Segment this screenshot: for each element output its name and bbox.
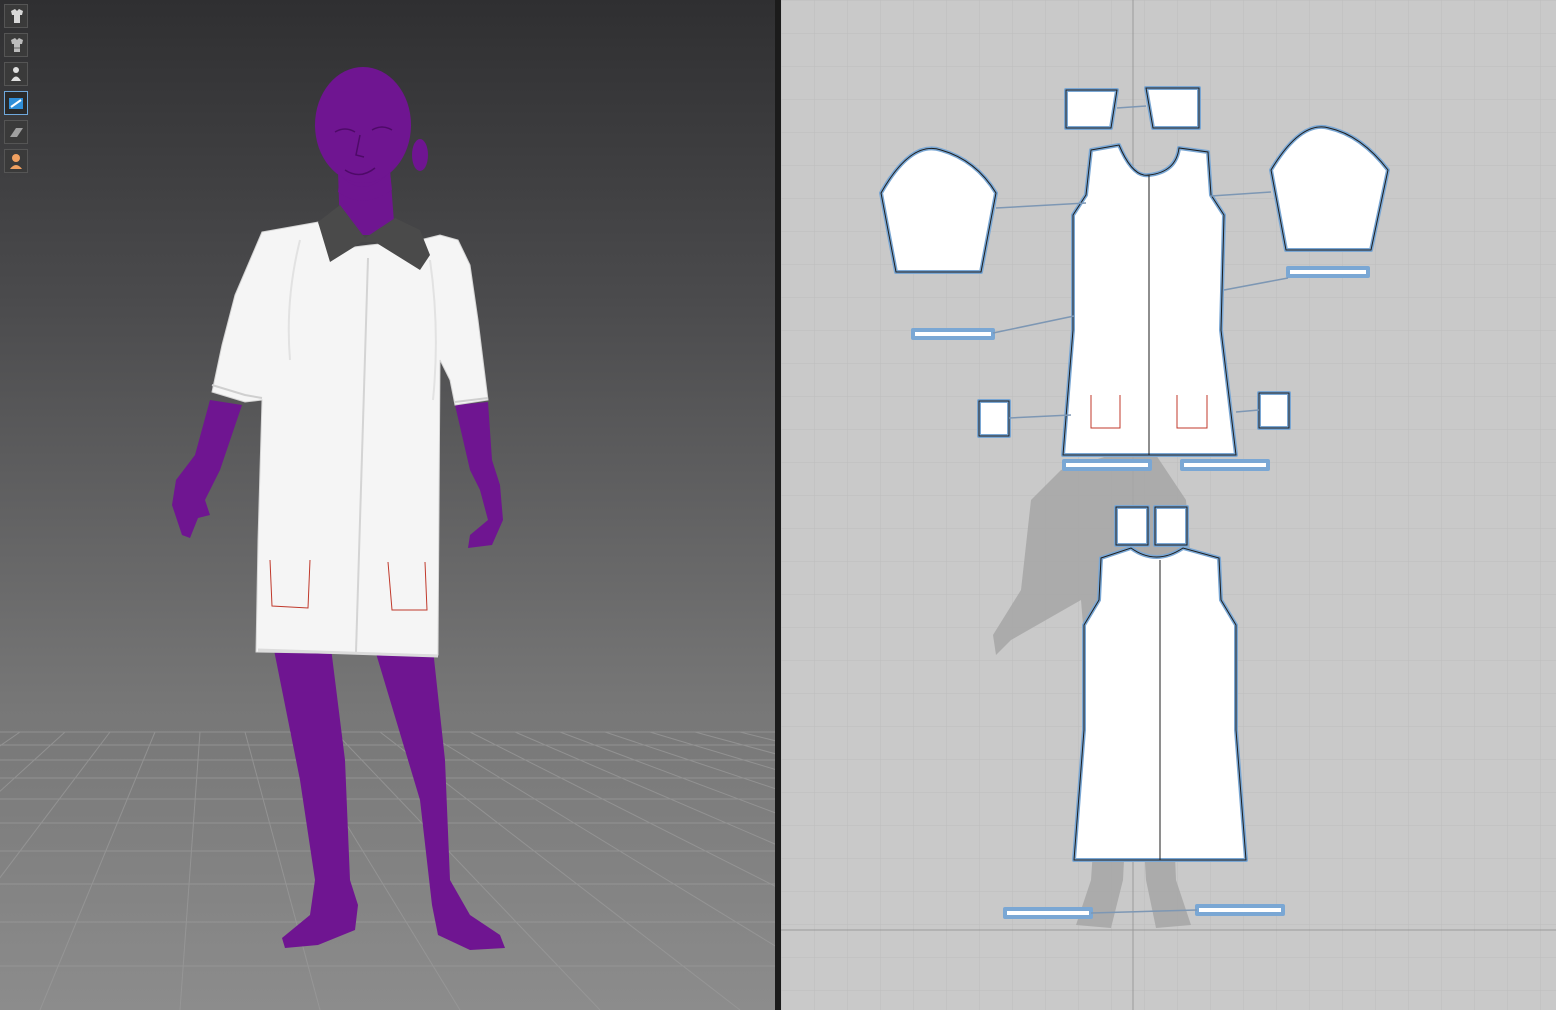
pattern-pocket-left — [977, 399, 1011, 438]
pattern-back-hem-right — [1195, 904, 1285, 916]
3d-toolbar — [4, 4, 28, 173]
pattern-collar-left — [1064, 88, 1119, 130]
3d-viewport[interactable] — [0, 0, 775, 1010]
fabric-thickness-icon[interactable] — [4, 91, 28, 115]
pattern-cuff-right — [1286, 266, 1370, 278]
3d-scene — [0, 67, 775, 1010]
pattern-cuff-left — [911, 328, 995, 340]
2d-pattern-window[interactable] — [781, 0, 1556, 1010]
pattern-back-hem-left — [1003, 907, 1093, 919]
garment-dress — [211, 205, 489, 658]
pattern-front-hem-left — [1062, 459, 1152, 471]
pattern-collar-right — [1144, 86, 1201, 130]
garment-texture-icon[interactable] — [4, 33, 28, 57]
avatar-display-icon[interactable] — [4, 62, 28, 86]
pattern-back-collar-left — [1114, 505, 1150, 547]
pattern-pocket-right — [1257, 391, 1291, 430]
garment-display-icon[interactable] — [4, 4, 28, 28]
pattern-canvas — [781, 0, 1556, 1010]
pattern-back-collar-right — [1153, 505, 1189, 547]
floor-grid — [0, 731, 775, 1010]
avatar-icon[interactable] — [4, 149, 28, 173]
rendering-icon[interactable] — [4, 120, 28, 144]
pattern-front-hem-right — [1180, 459, 1270, 471]
